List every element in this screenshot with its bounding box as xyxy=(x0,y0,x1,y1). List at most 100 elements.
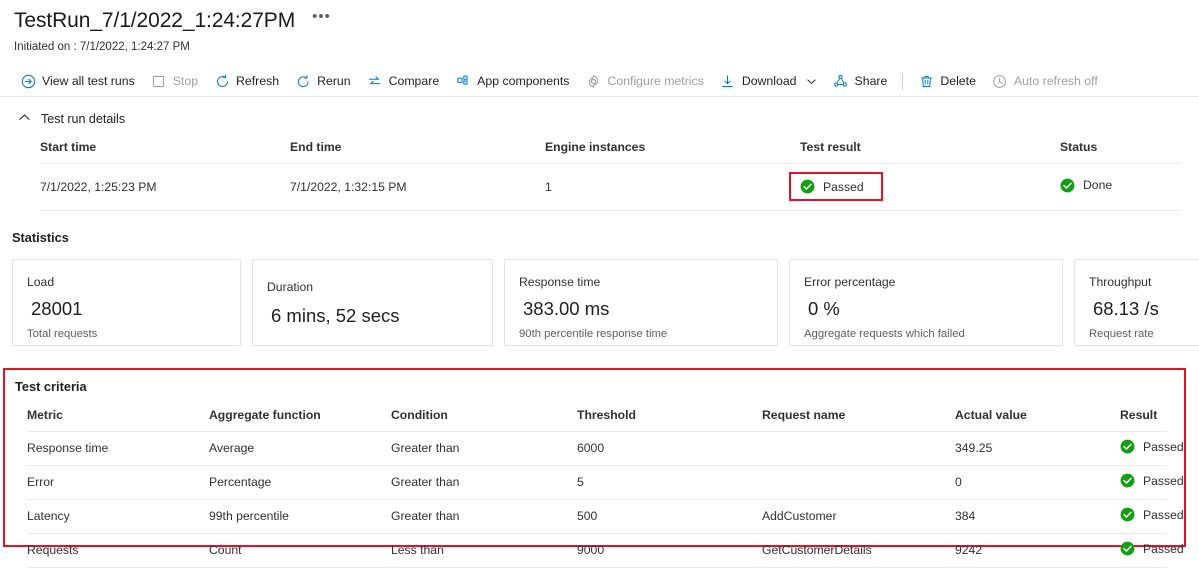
cell-request-name xyxy=(762,465,955,500)
rerun-label: Rerun xyxy=(317,74,351,88)
cell-actual-value: 384 xyxy=(955,499,1120,534)
test-run-details-table: Start time End time Engine instances Tes… xyxy=(40,140,1180,211)
rerun-button[interactable]: Rerun xyxy=(287,67,359,95)
column-header-aggregate-function: Aggregate function xyxy=(209,408,391,432)
result-label: Passed xyxy=(1143,507,1184,522)
column-header-threshold: Threshold xyxy=(577,408,762,432)
status-label: Done xyxy=(1083,178,1113,192)
command-bar: View all test runs Stop Refresh Rerun Co… xyxy=(0,66,1199,97)
stat-label: Response time xyxy=(519,275,601,289)
statistics-heading: Statistics xyxy=(12,230,69,245)
status-value: Done xyxy=(1060,178,1112,193)
status-badge: Passed xyxy=(823,179,864,194)
test-criteria-title: Test criteria xyxy=(15,379,87,394)
table-row[interactable]: Requests Count Less than 9000 GetCustome… xyxy=(27,533,1184,568)
refresh-icon xyxy=(214,73,230,89)
cell-actual-value: 349.25 xyxy=(955,431,1120,466)
stat-value: 28001 xyxy=(31,298,83,319)
gear-icon xyxy=(585,73,601,89)
cell-actual-value: 0 xyxy=(955,465,1120,500)
success-check-icon xyxy=(1120,439,1135,454)
column-header-request-name: Request name xyxy=(762,408,955,432)
column-header-test-result: Test result xyxy=(800,140,1060,164)
compare-label: Compare xyxy=(388,74,440,88)
column-header-end-time: End time xyxy=(290,140,545,164)
cell-metric: Requests xyxy=(27,533,209,568)
test-result-highlight: Passed xyxy=(789,172,883,201)
stat-value: 383.00 ms xyxy=(523,298,610,319)
table-row[interactable]: 7/1/2022, 1:25:23 PM 7/1/2022, 1:32:15 P… xyxy=(40,163,1180,211)
more-options-button[interactable]: ••• xyxy=(309,9,334,30)
cell-condition: Greater than xyxy=(391,499,577,534)
cell-engine-instances: 1 xyxy=(545,163,800,211)
cell-result: Passed xyxy=(1120,431,1184,466)
table-row[interactable]: Error Percentage Greater than 5 0 Passed xyxy=(27,465,1184,500)
cell-aggregate: Percentage xyxy=(209,465,391,500)
trash-icon xyxy=(918,73,934,89)
stat-card-load: Load 28001 Total requests xyxy=(12,259,241,346)
delete-button[interactable]: Delete xyxy=(910,67,984,95)
view-all-test-runs-button[interactable]: View all test runs xyxy=(12,67,143,95)
stat-sub: Request rate xyxy=(1089,328,1154,340)
column-header-result: Result xyxy=(1120,408,1167,432)
result-label: Passed xyxy=(1143,439,1184,454)
toolbar-divider xyxy=(902,72,904,90)
stat-value: 68.13 /s xyxy=(1093,298,1159,319)
test-run-details-toggle[interactable]: Test run details xyxy=(18,111,125,127)
download-icon xyxy=(720,73,736,89)
download-label: Download xyxy=(741,74,797,88)
test-criteria-table: Metric Aggregate function Condition Thre… xyxy=(27,408,1184,568)
column-header-condition: Condition xyxy=(391,408,577,432)
initiated-on-text: Initiated on : 7/1/2022, 1:24:27 PM xyxy=(14,41,190,53)
criteria-header-row: Metric Aggregate function Condition Thre… xyxy=(27,408,1167,432)
cell-threshold: 6000 xyxy=(577,431,762,466)
cell-result: Passed xyxy=(1120,499,1184,534)
refresh-button[interactable]: Refresh xyxy=(206,67,287,95)
test-run-details-label: Test run details xyxy=(41,112,126,126)
compare-button[interactable]: Compare xyxy=(359,67,448,95)
stat-value: 0 % xyxy=(808,298,840,319)
column-header-start-time: Start time xyxy=(40,140,290,164)
cell-start-time: 7/1/2022, 1:25:23 PM xyxy=(40,163,290,211)
success-check-icon xyxy=(800,179,815,194)
stat-label: Load xyxy=(27,275,55,289)
result-badge: Passed xyxy=(1120,507,1184,522)
page-title: TestRun_7/1/2022_1:24:27PM xyxy=(14,9,296,32)
compare-arrows-icon xyxy=(367,73,383,89)
app-components-icon xyxy=(455,73,471,89)
stat-card-response-time: Response time 383.00 ms 90th percentile … xyxy=(504,259,778,346)
stat-sub: Total requests xyxy=(27,328,98,340)
cell-aggregate: 99th percentile xyxy=(209,499,391,534)
cell-condition: Less than xyxy=(391,533,577,568)
share-button[interactable]: Share xyxy=(825,67,896,95)
stat-sub: Aggregate requests which failed xyxy=(804,328,965,340)
cell-threshold: 500 xyxy=(577,499,762,534)
stop-label: Stop xyxy=(172,74,199,88)
auto-refresh-button[interactable]: Auto refresh off xyxy=(984,67,1106,95)
configure-metrics-button[interactable]: Configure metrics xyxy=(577,67,711,95)
view-all-test-runs-label: View all test runs xyxy=(42,74,135,88)
column-header-actual-value: Actual value xyxy=(955,408,1120,432)
column-header-status: Status xyxy=(1060,140,1180,164)
app-components-button[interactable]: App components xyxy=(447,67,577,95)
table-row[interactable]: Response time Average Greater than 6000 … xyxy=(27,431,1184,466)
cell-status: Done xyxy=(1060,163,1180,211)
stat-card-error-percentage: Error percentage 0 % Aggregate requests … xyxy=(789,259,1063,346)
stat-value: 6 mins, 52 secs xyxy=(271,305,400,326)
stop-button[interactable]: Stop xyxy=(143,67,206,95)
cell-metric: Response time xyxy=(27,431,209,466)
download-button[interactable]: Download xyxy=(712,67,825,95)
statistics-cards: Load 28001 Total requests Duration 6 min… xyxy=(12,259,1199,346)
result-badge: Passed xyxy=(1120,473,1184,488)
chevron-up-icon xyxy=(18,111,31,127)
table-row[interactable]: Latency 99th percentile Greater than 500… xyxy=(27,499,1184,534)
title-row: TestRun_7/1/2022_1:24:27PM ••• xyxy=(14,8,1199,34)
cell-actual-value: 9242 xyxy=(955,533,1120,568)
clock-icon xyxy=(992,73,1008,89)
cell-result: Passed xyxy=(1120,533,1184,568)
cell-threshold: 9000 xyxy=(577,533,762,568)
cell-metric: Error xyxy=(27,465,209,500)
cell-aggregate: Average xyxy=(209,431,391,466)
column-header-metric: Metric xyxy=(27,408,209,432)
cell-request-name: GetCustomerDetails xyxy=(762,533,955,568)
